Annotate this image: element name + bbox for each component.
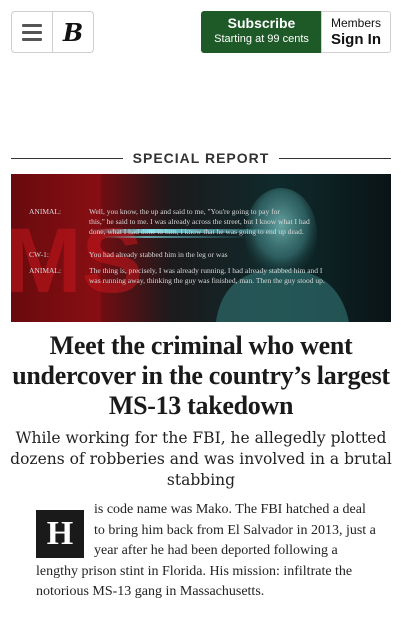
hero-image[interactable]: MS ANIMAL: Well, you know, the up and sa… [11, 174, 391, 322]
sign-in-button[interactable]: Members Sign In [321, 11, 391, 53]
globe-logo-icon: B [62, 17, 84, 47]
article-body: H is code name was Mako. The FBI hatched… [36, 500, 376, 603]
subscribe-label: Subscribe [227, 15, 296, 31]
top-bar: B Subscribe Starting at 99 cents Members… [0, 0, 401, 62]
article-headline: Meet the criminal who went undercover in… [12, 331, 390, 420]
article-paragraph: is code name was Mako. The FBI hatched a… [36, 502, 376, 599]
section-label: SPECIAL REPORT [11, 148, 391, 168]
sign-in-label: Sign In [331, 31, 381, 48]
divider [279, 157, 391, 159]
special-report-label: SPECIAL REPORT [132, 150, 270, 166]
divider [11, 157, 123, 159]
members-label: Members [330, 16, 381, 30]
hero-image-graphic: MS [11, 174, 391, 322]
drop-cap: H [36, 510, 84, 558]
subscribe-button[interactable]: Subscribe Starting at 99 cents [201, 11, 322, 53]
article-dek: While working for the FBI, he allegedly … [10, 429, 392, 489]
hamburger-icon [22, 23, 42, 27]
menu-button[interactable] [11, 11, 53, 53]
home-logo-button[interactable]: B [52, 11, 94, 53]
subscribe-sublabel: Starting at 99 cents [214, 33, 309, 45]
